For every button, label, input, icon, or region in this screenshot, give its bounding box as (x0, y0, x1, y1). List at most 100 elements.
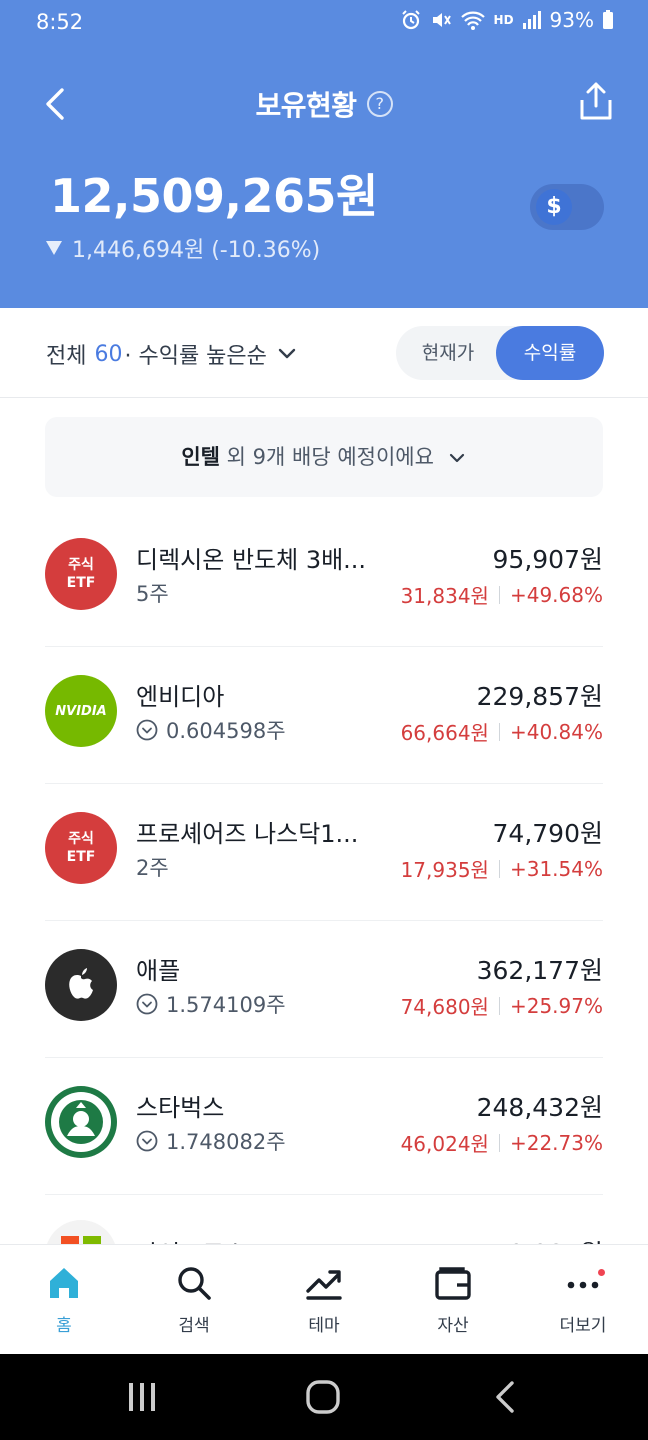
system-nav-bar (0, 1354, 648, 1440)
qty-text: 5주 (136, 582, 169, 606)
wifi-icon (460, 11, 485, 30)
logo-text: ETF (66, 849, 96, 865)
holding-price: 74,790원 (492, 819, 603, 848)
gain-percent: +49.68% (509, 582, 603, 607)
chevron-down-icon (278, 348, 296, 359)
filter-sort: · 수익률 높은순 (124, 344, 267, 369)
nvidia-logo: NVIDIA (45, 675, 117, 747)
nav-home[interactable]: 홈 (14, 1245, 114, 1355)
dollar-icon: $ (536, 189, 572, 225)
gain-amount: 66,664원 (400, 721, 489, 745)
status-time: 8:52 (36, 10, 84, 34)
holding-gain: 66,664원 +40.84% (401, 717, 603, 746)
starbucks-logo (45, 1086, 117, 1158)
logo-text: ETF (66, 575, 96, 591)
filter-count: 60 (94, 341, 123, 367)
holding-name: 애플 (136, 957, 181, 985)
nav-more[interactable]: 더보기 (533, 1245, 633, 1355)
dividend-banner[interactable]: 인텔 외 9개 배당 예정이에요 (45, 417, 603, 497)
home-icon (50, 1268, 78, 1298)
trend-icon (306, 1270, 342, 1300)
dividend-highlight: 인텔 (181, 445, 220, 469)
header: 8:52 HD 93% 보유현황 ? 12,509,265원 1,446,694… (0, 0, 648, 308)
microsoft-icon (61, 1236, 101, 1245)
holding-name: 스타벅스 (136, 1094, 225, 1122)
holding-row[interactable]: 마이크로소프트 470,087원 (45, 1220, 603, 1245)
gain-percent: +25.97% (509, 993, 603, 1018)
recent-apps-icon[interactable] (126, 1380, 158, 1414)
fractional-share-icon (136, 1130, 158, 1152)
signal-icon (522, 11, 541, 29)
system-back-icon[interactable] (492, 1380, 518, 1414)
divider (498, 996, 500, 1015)
qty-text: 0.604598주 (166, 719, 286, 743)
holdings-list: 주식 ETF 디렉시온 반도체 3배... 5주 95,907원 31,834원… (0, 510, 648, 1245)
down-triangle-icon (46, 241, 62, 255)
holding-qty: 5주 (136, 578, 169, 608)
holding-row[interactable]: 주식 ETF 프로셰어즈 나스닥1... 2주 74,790원 17,935원 … (45, 784, 603, 921)
gain-amount: 31,834원 (400, 584, 489, 608)
holding-row[interactable]: 스타벅스 1.748082주 248,432원 46,024원 +22.73% (45, 1058, 603, 1195)
notification-dot (598, 1269, 605, 1276)
gain-amount: 46,024원 (400, 1132, 489, 1156)
logo-text: 주식 (68, 831, 94, 847)
holding-row[interactable]: NVIDIA 엔비디아 0.604598주 229,857원 66,664원 +… (45, 647, 603, 784)
holding-row[interactable]: 주식 ETF 디렉시온 반도체 3배... 5주 95,907원 31,834원… (45, 510, 603, 647)
holding-price: 229,857원 (476, 682, 603, 711)
more-icon (567, 1281, 599, 1289)
divider (498, 585, 500, 604)
holding-qty: 1.748082주 (136, 1126, 286, 1156)
holding-name: 엔비디아 (136, 683, 225, 711)
apple-icon (69, 968, 93, 999)
nav-assets[interactable]: 자산 (403, 1245, 503, 1355)
gain-percent: +31.54% (509, 856, 603, 881)
change-amount: 1,446,694원 (-10.36%) (72, 238, 321, 263)
starbucks-icon (51, 1092, 111, 1152)
sort-dropdown[interactable]: 전체 60 · 수익률 높은순 (46, 338, 299, 370)
total-value: 12,509,265원 (50, 169, 378, 223)
nav-search[interactable]: 검색 (144, 1245, 244, 1355)
segment-current-price[interactable]: 현재가 (396, 326, 500, 380)
share-icon[interactable] (574, 80, 618, 124)
currency-toggle[interactable]: $ (530, 184, 604, 230)
holding-row[interactable]: 애플 1.574109주 362,177원 74,680원 +25.97% (45, 921, 603, 1058)
segment-return[interactable]: 수익률 (496, 326, 604, 380)
battery-percent: 93% (549, 8, 594, 32)
dividend-text: 외 9개 배당 예정이에요 (226, 445, 434, 469)
nav-label: 테마 (308, 1316, 340, 1336)
gain-percent: +40.84% (509, 719, 603, 744)
view-segment: 현재가 수익률 (396, 326, 604, 380)
holding-price: 248,432원 (476, 1093, 603, 1122)
etf-logo: 주식 ETF (45, 538, 117, 610)
bottom-nav: 홈 검색 테마 자산 더보기 (0, 1244, 648, 1354)
nav-theme[interactable]: 테마 (274, 1245, 374, 1355)
divider (498, 722, 500, 741)
holding-gain: 31,834원 +49.68% (401, 580, 603, 609)
mute-icon (432, 13, 451, 27)
hd-voice-label: HD (493, 13, 514, 27)
gain-amount: 74,680원 (400, 995, 489, 1019)
qty-text: 1.574109주 (166, 993, 286, 1017)
fractional-share-icon (136, 993, 158, 1015)
nav-label: 검색 (178, 1316, 210, 1336)
page-title-wrap: 보유현황 ? (0, 84, 648, 124)
search-icon (178, 1267, 211, 1300)
etf-logo: 주식 ETF (45, 812, 117, 884)
help-icon[interactable]: ? (366, 91, 393, 117)
chevron-down-icon (449, 453, 464, 463)
apple-logo (45, 949, 117, 1021)
filter-row: 전체 60 · 수익률 높은순 현재가 수익률 (0, 308, 648, 398)
nav-label: 더보기 (559, 1316, 607, 1336)
home-circle-icon[interactable] (305, 1380, 341, 1414)
gain-amount: 17,935원 (400, 858, 489, 882)
holding-gain: 17,935원 +31.54% (401, 854, 603, 883)
gain-percent: +22.73% (509, 1130, 603, 1155)
total-change: 1,446,694원 (-10.36%) (46, 232, 320, 264)
microsoft-logo (45, 1220, 117, 1245)
holding-gain: 74,680원 +25.97% (401, 991, 603, 1020)
holding-gain: 46,024원 +22.73% (401, 1128, 603, 1157)
holding-qty: 1.574109주 (136, 989, 286, 1019)
page-title: 보유현황 (255, 89, 357, 122)
wallet-icon (435, 1267, 471, 1300)
qty-text: 1.748082주 (166, 1130, 286, 1154)
